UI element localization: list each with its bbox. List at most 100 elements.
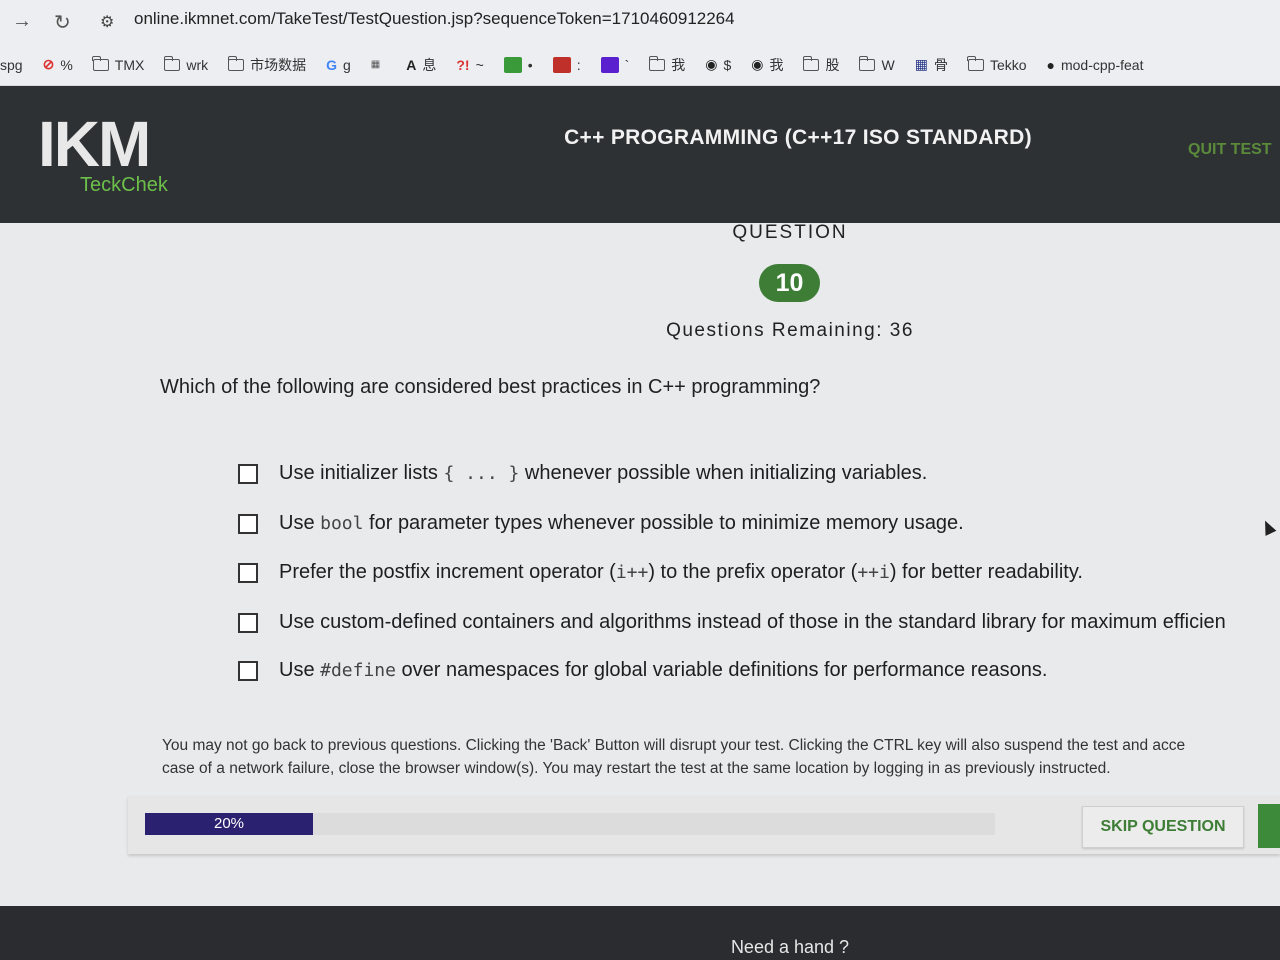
bookmark-tmx[interactable]: TMX <box>92 55 144 73</box>
question-number-badge: 10 <box>759 264 820 302</box>
questions-remaining: Questions Remaining: 36 <box>666 320 914 341</box>
option-label: Use custom-defined containers and algori… <box>279 611 1226 634</box>
option-checkbox[interactable] <box>238 562 258 583</box>
folder-icon <box>967 55 984 71</box>
folder-icon <box>163 55 181 71</box>
option-text: Use initializer lists <box>279 462 444 484</box>
folder-icon <box>92 55 109 71</box>
bookmark-label: 骨 <box>933 56 948 73</box>
option-4[interactable]: Use custom-defined containers and algori… <box>238 611 1226 634</box>
bookmark-label: 我 <box>769 56 784 73</box>
bookmark-wo[interactable]: 我 <box>648 55 686 75</box>
option-text: Use <box>279 659 321 681</box>
option-label: Prefer the postfix increment operator (i… <box>279 561 1083 584</box>
bookmark-xi[interactable]: A息 <box>406 55 436 75</box>
blocked-icon: ⊘ <box>42 56 55 72</box>
option-text: over namespaces for global variable defi… <box>395 659 1048 681</box>
bookmark-label: 股 <box>825 56 840 73</box>
option-text: whenever possible when initializing vari… <box>519 462 928 484</box>
folder-icon <box>802 55 820 71</box>
site-icon: A <box>406 56 417 73</box>
app-header: IKM TeckChek C++ PROGRAMMING (C++17 ISO … <box>0 86 1280 223</box>
notice-line-1: You may not go back to previous question… <box>162 737 1186 754</box>
globe-icon: ◉ <box>751 56 764 72</box>
option-5[interactable]: Use #define over namespaces for global v… <box>238 659 1047 682</box>
tc-icon <box>503 56 522 73</box>
yahoo-icon <box>600 56 619 73</box>
option-text: for parameter types whenever possible to… <box>363 512 964 534</box>
bookmark-bone[interactable]: ▦ 骨 <box>915 55 948 75</box>
option-text: ) for better readability. <box>889 561 1083 583</box>
bookmark-wrk[interactable]: wrk <box>163 55 209 73</box>
bookmark-market-data[interactable]: 市场数据 <box>227 55 307 75</box>
option-label: Use bool for parameter types whenever po… <box>279 512 964 535</box>
bookmark-label: $ <box>723 56 732 73</box>
grid-icon: ▦ <box>914 56 928 72</box>
option-label: Use initializer lists { ... } whenever p… <box>279 462 927 485</box>
bookmark-label: mod-cpp-feat <box>1060 56 1144 73</box>
option-code: i++ <box>615 562 649 583</box>
folder-icon <box>648 55 666 71</box>
bookmark-label: ` <box>624 56 630 73</box>
reload-icon[interactable]: ↻ <box>54 10 71 35</box>
option-code: bool <box>320 513 364 534</box>
bookmark-percent[interactable]: ⊘% <box>43 56 73 73</box>
option-code: #define <box>320 660 396 681</box>
skip-question-button[interactable]: SKIP QUESTION <box>1082 806 1244 848</box>
option-3[interactable]: Prefer the postfix increment operator (i… <box>238 561 1083 584</box>
bookmark-site[interactable]: ▦ <box>371 59 386 70</box>
bookmark-gu[interactable]: 股 <box>802 55 840 75</box>
bookmark-red[interactable]: : <box>552 56 581 73</box>
address-field[interactable]: online.ikmnet.com/TakeTest/TestQuestion.… <box>134 9 735 29</box>
bookmark-label: 我 <box>671 56 686 73</box>
google-icon: G <box>326 56 337 73</box>
bookmark-spg[interactable]: spg <box>0 57 23 73</box>
logo-subtitle: TeckChek <box>80 174 168 196</box>
progress-label: 20% <box>213 815 245 832</box>
bookmark-github[interactable]: ● mod-cpp-feat <box>1047 57 1144 73</box>
bookmark-label: 市场数据 <box>250 56 307 73</box>
bookmark-exclaim[interactable]: ?! ~ <box>456 57 483 73</box>
bookmark-tc[interactable]: • <box>503 56 533 73</box>
github-icon: ● <box>1046 56 1055 73</box>
option-text: Use <box>279 512 321 534</box>
mouse-cursor-icon <box>1259 518 1277 536</box>
option-2[interactable]: Use bool for parameter types whenever po… <box>238 512 964 535</box>
forward-arrow-icon[interactable]: → <box>12 10 32 33</box>
bookmark-label: wrk <box>186 56 209 73</box>
site-icon: ▦ <box>370 59 381 70</box>
bookmark-label: Tekko <box>989 56 1027 73</box>
notice-line-2: case of a network failure, close the bro… <box>162 760 1111 777</box>
site-info-icon[interactable]: ⚙ <box>100 12 114 32</box>
bookmark-dollar[interactable]: ◉ $ <box>705 56 731 73</box>
option-label: Use #define over namespaces for global v… <box>279 659 1047 682</box>
bookmark-wo2[interactable]: ◉ 我 <box>751 55 783 75</box>
browser-url-bar: → ↻ ⚙ online.ikmnet.com/TakeTest/TestQue… <box>0 0 1280 44</box>
bookmark-label: 息 <box>422 56 437 73</box>
submit-button[interactable] <box>1258 804 1280 848</box>
quit-test-link[interactable]: QUIT TEST <box>1188 141 1272 159</box>
bookmark-label: W <box>881 56 895 73</box>
option-1[interactable]: Use initializer lists { ... } whenever p… <box>238 462 927 485</box>
bookmark-tekko[interactable]: Tekko <box>967 55 1027 73</box>
option-checkbox[interactable] <box>238 513 258 534</box>
folder-icon <box>227 55 245 71</box>
bookmark-yahoo[interactable]: ` <box>600 56 630 73</box>
folder-icon <box>858 55 876 71</box>
option-code: ++i <box>857 562 890 583</box>
option-checkbox[interactable] <box>238 660 258 681</box>
need-a-hand-link[interactable]: Need a hand ? <box>640 937 940 958</box>
bookmark-label: % <box>60 56 73 73</box>
question-label: QUESTION <box>732 222 848 243</box>
ikm-logo: IKM <box>38 108 151 180</box>
exclaim-icon: ?! <box>456 56 470 73</box>
bookmark-g[interactable]: Gg <box>326 57 351 73</box>
option-checkbox[interactable] <box>238 612 258 633</box>
option-checkbox[interactable] <box>238 463 258 484</box>
option-text: Prefer the postfix increment operator ( <box>279 561 616 583</box>
globe-icon: ◉ <box>705 56 718 72</box>
test-title: C++ PROGRAMMING (C++17 ISO STANDARD) <box>564 126 1032 149</box>
option-text: ) to the prefix operator ( <box>648 561 858 583</box>
bookmark-label: : <box>576 56 581 73</box>
bookmark-w[interactable]: W <box>858 55 895 73</box>
